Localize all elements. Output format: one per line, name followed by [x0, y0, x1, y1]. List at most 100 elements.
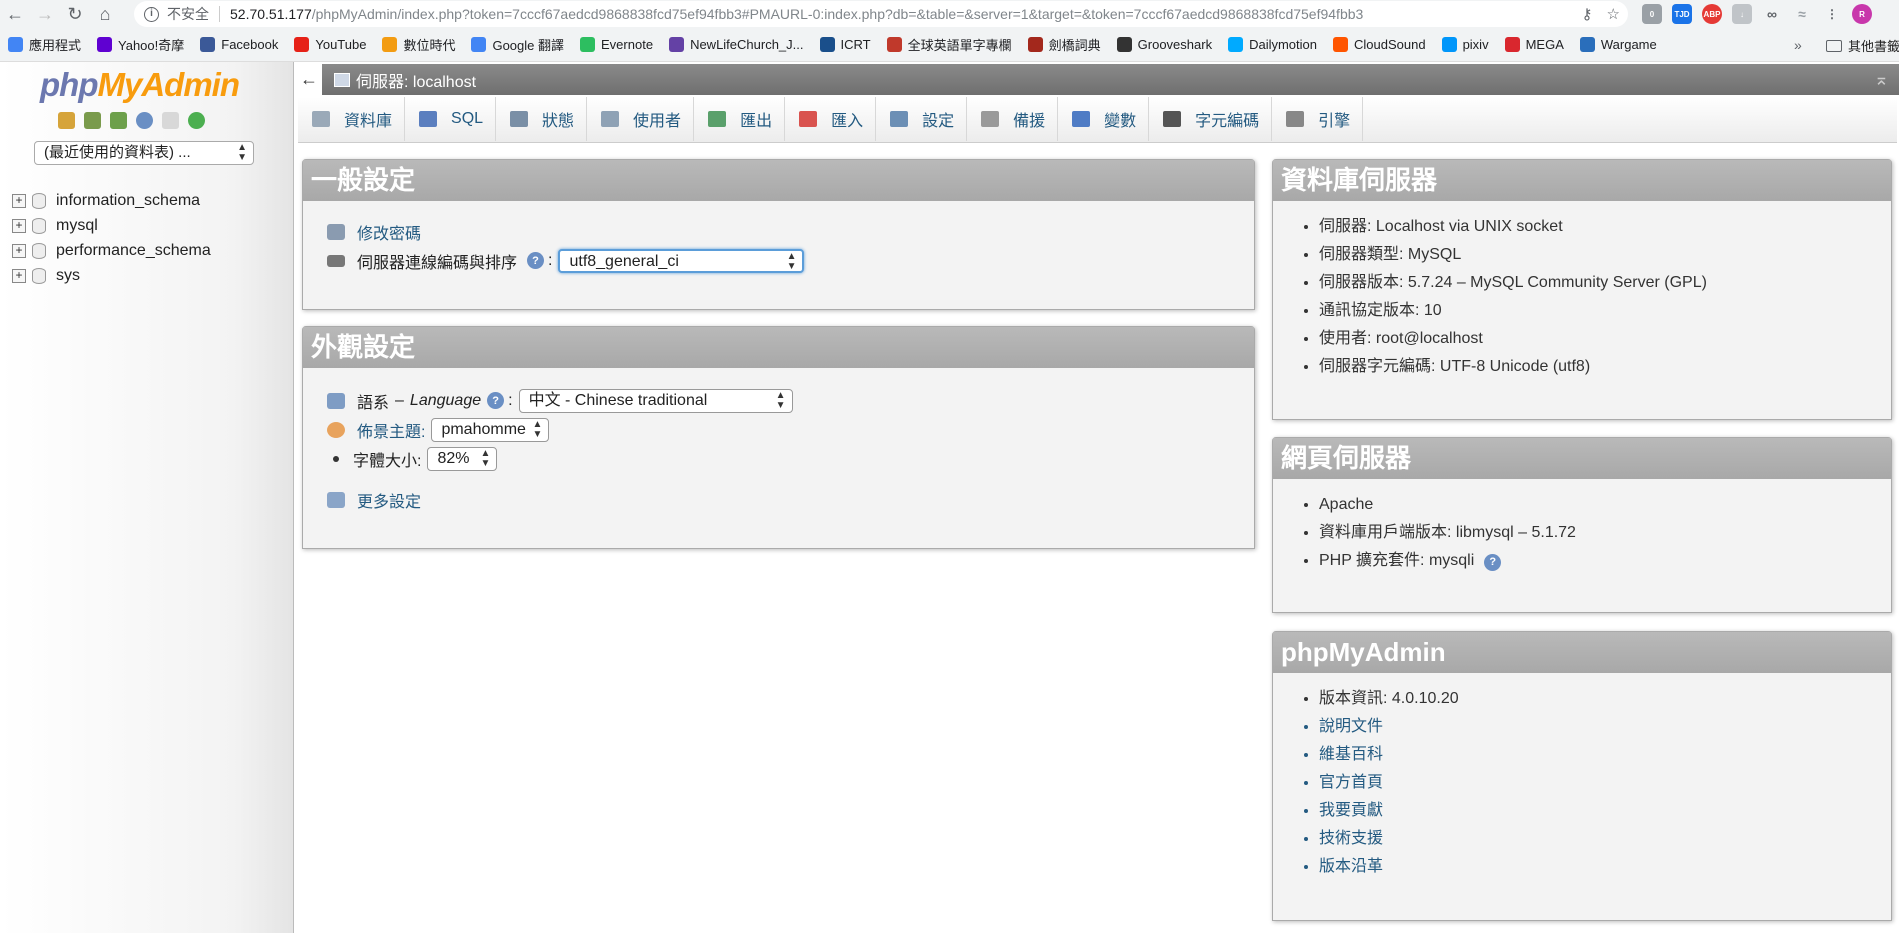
menu-tab[interactable]: 變數 [1058, 97, 1150, 141]
extension-icon[interactable]: ≈ [1792, 4, 1812, 24]
help-icon[interactable]: ? [1484, 553, 1502, 571]
password-icon [327, 223, 345, 240]
database-name[interactable]: sys [56, 267, 80, 285]
bookmark-item[interactable]: pixiv [1441, 37, 1489, 52]
bookmark-item[interactable]: 應用程式 [8, 35, 81, 54]
database-icon [32, 217, 46, 234]
tab-label: 設定 [922, 113, 955, 130]
doc-link[interactable]: 技術支援 [1319, 825, 1891, 853]
navigation-panel: phpMyAdmin (最近使用的資料表) ... ▲ ▼ + informatio… [0, 62, 294, 933]
doc-link[interactable]: 版本沿革 [1319, 853, 1891, 881]
font-size-select[interactable]: 82% ▲ ▼ [427, 446, 498, 471]
database-name[interactable]: information_schema [56, 192, 200, 210]
menu-tab[interactable]: 設定 [876, 97, 968, 141]
font-size-label: 字體大小: [353, 452, 422, 470]
menu-tab[interactable]: 使用者 [587, 97, 695, 141]
doc-link[interactable]: 我要貢獻 [1319, 797, 1891, 825]
bookmarks-overflow-icon[interactable]: » [1794, 37, 1802, 53]
home-icon[interactable]: ⌂ [90, 0, 120, 28]
top-menu-tabs: 資料庫 SQL 狀態 使用者 匯出 匯入 設定 備援 變數 字元編碼 引擎 [298, 97, 1897, 143]
info-icon[interactable]: i [144, 6, 159, 22]
bookmark-item[interactable]: Evernote [580, 37, 653, 52]
help-icon[interactable]: ? [487, 392, 505, 409]
bookmark-item[interactable]: Yahoo!奇摩 [97, 35, 184, 54]
extension-icon[interactable]: 0 [1642, 4, 1662, 24]
bookmark-item[interactable]: Dailymotion [1228, 37, 1317, 52]
tab-icon [510, 111, 529, 127]
tab-icon [1072, 111, 1091, 127]
menu-tab[interactable]: 備援 [967, 97, 1059, 141]
docs-icon[interactable] [162, 112, 179, 129]
bookmark-item[interactable]: ICRT [819, 37, 871, 52]
database-tree-item[interactable]: + sys [12, 263, 211, 288]
menu-tab[interactable]: 匯出 [694, 97, 786, 141]
reload-icon[interactable] [188, 112, 205, 129]
expand-plus-icon[interactable]: + [12, 268, 26, 283]
server-title[interactable]: 伺服器: localhost [356, 68, 476, 92]
other-bookmarks[interactable]: 其他書籤 [1826, 36, 1899, 55]
menu-tab[interactable]: 資料庫 [298, 97, 406, 141]
download-icon[interactable]: ↓ [1732, 4, 1752, 24]
recent-tables-select[interactable]: (最近使用的資料表) ... ▲ ▼ [34, 141, 254, 165]
bookmark-item[interactable]: YouTube [294, 37, 366, 52]
doc-link[interactable]: 說明文件 [1319, 713, 1891, 741]
doc-link[interactable]: 官方首頁 [1319, 769, 1891, 797]
forward-arrow-icon[interactable]: → [30, 0, 60, 28]
expand-plus-icon[interactable]: + [12, 218, 26, 233]
tab-label: 資料庫 [344, 113, 393, 130]
expand-plus-icon[interactable]: + [12, 193, 26, 208]
doc-link[interactable]: 維基百科 [1319, 741, 1891, 769]
logout-icon[interactable] [84, 112, 101, 129]
theme-label[interactable]: 佈景主題: [357, 418, 425, 442]
menu-tab[interactable]: 引擎 [1272, 97, 1364, 141]
star-icon[interactable]: ☆ [1607, 5, 1620, 23]
menu-icon[interactable]: ⋮ [1822, 4, 1842, 24]
address-bar[interactable]: i 不安全 52.70.51.177/phpMyAdmin/index.php?… [134, 1, 1628, 27]
link-icon[interactable]: ∞ [1762, 4, 1782, 24]
back-arrow-icon[interactable]: ← [0, 0, 30, 28]
adblock-icon[interactable]: ABP [1702, 4, 1722, 24]
bookmark-favicon-icon [819, 37, 835, 52]
bookmark-item[interactable]: CloudSound [1333, 37, 1426, 52]
query-window-icon[interactable] [110, 112, 127, 129]
menu-tab[interactable]: SQL [405, 97, 497, 141]
bookmark-item[interactable]: Facebook [200, 37, 278, 52]
bookmark-item[interactable]: Grooveshark [1116, 37, 1212, 52]
more-settings-link[interactable]: 更多設定 [357, 488, 421, 512]
change-password-link[interactable]: 修改密碼 [357, 220, 421, 244]
menu-tab[interactable]: 字元編碼 [1149, 97, 1273, 141]
bookmark-item[interactable]: 劍橋詞典 [1027, 35, 1101, 54]
bookmark-favicon-icon [669, 37, 685, 52]
bookmark-item[interactable]: Wargame [1579, 37, 1657, 52]
home-icon[interactable] [58, 112, 75, 129]
bookmark-item[interactable]: MEGA [1504, 37, 1564, 52]
help-icon[interactable] [136, 112, 153, 129]
database-icon [32, 242, 46, 259]
bookmark-item[interactable]: NewLifeChurch_J... [669, 37, 804, 52]
database-name[interactable]: mysql [56, 217, 98, 235]
bookmark-item[interactable]: 全球英語單字專欄 [886, 35, 1012, 54]
collapse-nav-arrow-icon[interactable]: ← [296, 64, 322, 95]
phpmyadmin-logo[interactable]: phpMyAdmin [40, 66, 240, 104]
tab-icon [981, 111, 1000, 127]
extension-icon[interactable]: TJD [1672, 4, 1692, 24]
database-tree-item[interactable]: + mysql [12, 213, 211, 238]
database-tree-item[interactable]: + information_schema [12, 188, 211, 213]
language-select[interactable]: 中文 - Chinese traditional ▲ ▼ [518, 388, 793, 413]
bookmark-item[interactable]: Google 翻譯 [471, 35, 564, 54]
menu-tab[interactable]: 狀態 [496, 97, 588, 141]
bookmark-item[interactable]: 數位時代 [382, 35, 455, 54]
reload-icon[interactable]: ↻ [60, 0, 90, 28]
help-icon[interactable]: ? [527, 252, 545, 269]
theme-select[interactable]: pmahomme ▲ ▼ [431, 417, 550, 442]
url-text[interactable]: 52.70.51.177/phpMyAdmin/index.php?token=… [230, 6, 1363, 22]
menu-tab[interactable]: 匯入 [785, 97, 877, 141]
database-tree-item[interactable]: + performance_schema [12, 238, 211, 263]
collation-select[interactable]: utf8_general_ci ▲ ▼ [558, 248, 805, 273]
collapse-up-icon[interactable]: ⌅ [1874, 69, 1889, 90]
panel-title: 一般設定 [303, 160, 1254, 201]
database-name[interactable]: performance_schema [56, 242, 211, 260]
key-icon[interactable]: ⚷ [1582, 5, 1593, 23]
avatar[interactable]: R [1852, 4, 1872, 24]
expand-plus-icon[interactable]: + [12, 243, 26, 258]
